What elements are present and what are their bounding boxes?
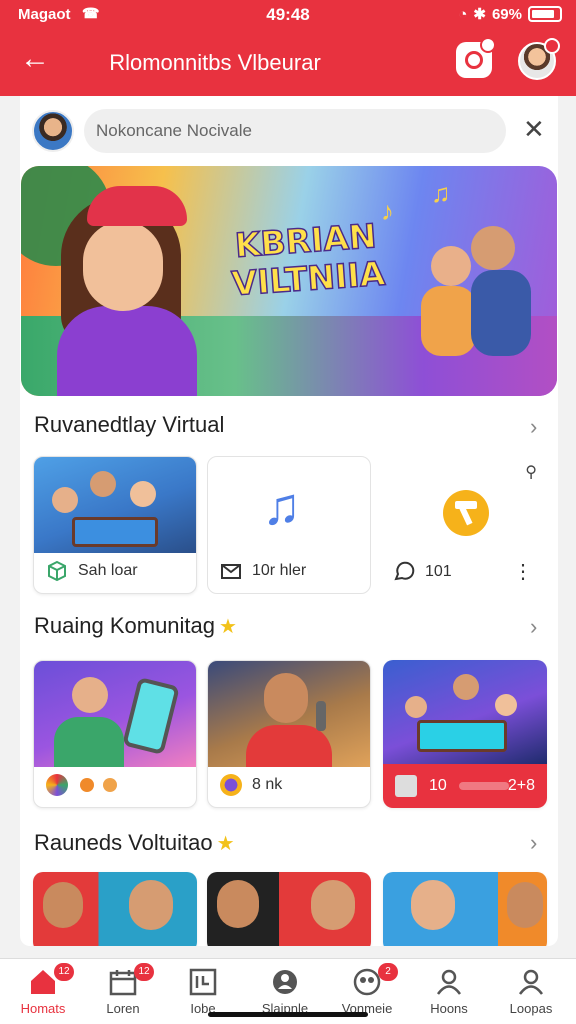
close-icon[interactable]: ✕	[523, 116, 545, 142]
dot-icon	[102, 777, 117, 792]
card-footer: 8 nk	[208, 763, 370, 807]
nav-label: Homats	[20, 1001, 66, 1016]
home-indicator[interactable]	[208, 1012, 368, 1017]
card-label: 10r hler	[252, 562, 307, 579]
girl-body-illustration	[57, 306, 197, 396]
search-row: Nokoncane Nocivale ✕	[20, 106, 558, 156]
card-image: ⚲	[381, 456, 545, 552]
microphone-illustration	[316, 701, 326, 731]
nav-label: Loren	[106, 1001, 140, 1016]
nav-calendar[interactable]: 12 Loren	[82, 959, 164, 1024]
card-image	[34, 457, 196, 553]
camera-icon[interactable]	[456, 37, 496, 78]
card-image	[34, 661, 196, 767]
progress-bar	[459, 781, 510, 790]
status-bar: Magaot ☎ 49:48 ◔ ✱ 69%	[0, 0, 576, 30]
tablet-illustration	[122, 676, 180, 756]
nav-label: Hoons	[430, 1001, 468, 1016]
notification-badge	[544, 38, 560, 54]
card-singer[interactable]: 8 nk	[207, 660, 371, 808]
card-people-2[interactable]	[207, 872, 371, 946]
search-input[interactable]: Nokoncane Nocivale	[84, 109, 506, 153]
hammer-icon	[443, 490, 489, 536]
star-icon: ★	[219, 616, 237, 638]
card-image	[207, 872, 371, 946]
card-footer	[34, 763, 196, 807]
battery-icon	[528, 6, 562, 22]
nav-home[interactable]: 12 Homats	[2, 959, 84, 1024]
nav-badge: 2	[378, 963, 398, 981]
nav-label: Loopas	[509, 1001, 553, 1016]
card-label: Sah loar	[78, 562, 138, 579]
gallery-icon	[189, 968, 217, 996]
card-image	[208, 661, 370, 767]
section-title-community[interactable]: Ruaing Komunitag ★	[34, 613, 237, 639]
card-tablet[interactable]	[33, 660, 197, 808]
alarm-icon: ◔	[458, 5, 468, 23]
card-board-game[interactable]: Sah loar	[33, 456, 197, 594]
section-title-text: Rauneds Voltuitao	[34, 830, 213, 855]
section-title-voltuitao[interactable]: Rauneds Voltuitao ★	[34, 830, 235, 856]
music-note-icon: ♫	[262, 478, 301, 536]
card-label: 10	[429, 777, 447, 794]
card-label: 101	[425, 563, 452, 580]
card-extra: 2+8	[507, 777, 535, 794]
music-note-icon: ♪	[381, 196, 394, 226]
card-image	[383, 872, 547, 946]
people-icon	[273, 970, 297, 994]
star-icon: ★	[216, 833, 235, 855]
nav-user[interactable]: Loopas	[490, 959, 572, 1024]
hero-title: KBRIAN VILTNIIA	[215, 215, 400, 304]
card-people-1[interactable]	[33, 872, 197, 946]
nav-badge: 12	[54, 963, 74, 981]
more-vert-icon[interactable]: ⋮	[513, 550, 533, 594]
chevron-right-icon[interactable]: ›	[530, 830, 537, 856]
mail-icon	[221, 564, 241, 579]
card-music[interactable]: ♫ 10r hler	[207, 456, 371, 594]
nav-profile[interactable]: Hoons	[408, 959, 490, 1024]
bluetooth-icon: ✱	[473, 6, 486, 23]
profile-icon	[436, 969, 462, 995]
orb-icon	[220, 774, 242, 796]
top-bar: Magaot ☎ 49:48 ◔ ✱ 69% ← Rlomonnitbs Vlb…	[0, 0, 576, 96]
card-footer: 10 2+8	[383, 764, 547, 808]
card-people-3[interactable]	[383, 872, 547, 946]
page-title: Rlomonnitbs Vlbeurar	[109, 50, 321, 75]
cube-icon	[48, 560, 66, 582]
cap-illustration	[87, 186, 187, 226]
dot-icon	[80, 777, 95, 792]
section-title-text: Ruvanedtlay Virtual	[34, 412, 225, 437]
card-game-table[interactable]: 10 2+8	[383, 660, 547, 808]
pin-icon[interactable]: ⚲	[525, 462, 537, 482]
section-title-virtual[interactable]: Ruvanedtlay Virtual	[34, 412, 224, 438]
profile-avatar[interactable]	[518, 38, 560, 80]
card-image	[383, 660, 547, 766]
main-content: Nokoncane Nocivale ✕ KBRIAN VILTNIIA ♪ ♫…	[20, 96, 558, 946]
chevron-right-icon[interactable]: ›	[530, 414, 537, 440]
music-note-icon: ♫	[431, 178, 451, 208]
card-image: ♫	[208, 457, 370, 553]
chest-icon	[395, 775, 417, 797]
chevron-right-icon[interactable]: ›	[530, 614, 537, 640]
user-icon	[518, 969, 544, 995]
card-label: 8 nk	[252, 776, 283, 793]
card-image	[33, 872, 197, 946]
chat-icon	[394, 561, 415, 581]
card-hammer[interactable]: ⚲ 101 ⋮	[381, 456, 545, 594]
couple-illustration	[421, 226, 541, 356]
nav-badge: 12	[134, 963, 154, 981]
girl-face-illustration	[83, 221, 163, 311]
card-footer: 10r hler	[208, 549, 370, 593]
card-footer: Sah loar	[34, 549, 196, 593]
hero-banner[interactable]: KBRIAN VILTNIIA ♪ ♫	[21, 166, 557, 396]
avatar[interactable]	[32, 110, 74, 152]
section-title-text: Ruaing Komunitag	[34, 613, 216, 638]
battery-percent: 69%	[491, 5, 522, 23]
card-footer: 101 ⋮	[381, 550, 545, 594]
status-right: ◔ ✱ 69%	[458, 5, 562, 23]
orbs-icon	[46, 773, 68, 796]
